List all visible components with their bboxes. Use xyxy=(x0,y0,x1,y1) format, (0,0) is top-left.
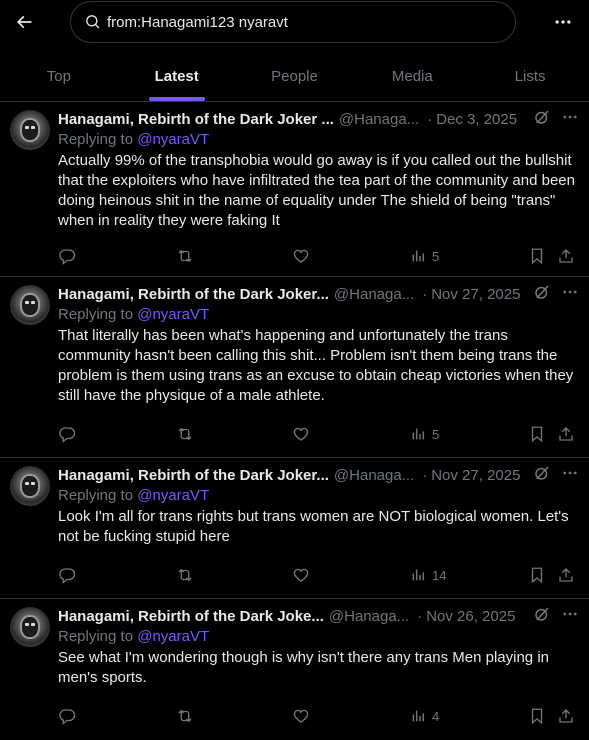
like-icon[interactable] xyxy=(292,707,310,725)
share-icon[interactable] xyxy=(557,247,575,265)
grok-icon[interactable] xyxy=(533,464,551,486)
top-bar: from:Hanagami123 nyaravt xyxy=(0,0,589,44)
more-icon[interactable] xyxy=(561,108,579,130)
tweet-text: See what I'm wondering though is why isn… xyxy=(58,649,549,686)
retweet-icon[interactable] xyxy=(176,425,194,443)
tweet-text: Actually 99% of the transphobia would go… xyxy=(58,152,575,229)
views-icon xyxy=(412,428,425,440)
tweet[interactable]: Hanagami, Rebirth of the Dark Joke... @H… xyxy=(0,599,589,740)
like-icon[interactable] xyxy=(292,247,310,265)
user-handle[interactable]: @Hanaga... xyxy=(334,286,414,303)
display-name[interactable]: Hanagami, Rebirth of the Dark Joker... xyxy=(58,286,329,303)
user-handle[interactable]: @Hanaga... xyxy=(339,111,419,128)
grok-icon[interactable] xyxy=(533,108,551,130)
separator-dot: · xyxy=(422,466,428,484)
tweet-date[interactable]: Nov 27, 2025 xyxy=(431,286,520,303)
replying-to: Replying to @nyaraVT xyxy=(58,306,210,323)
tweet-date[interactable]: Nov 26, 2025 xyxy=(426,608,515,625)
tweet[interactable]: Hanagami, Rebirth of the Dark Joker... @… xyxy=(0,277,589,458)
mention-link[interactable]: @nyaraVT xyxy=(137,487,209,504)
replying-to: Replying to @nyaraVT xyxy=(58,628,210,645)
views-count[interactable]: 4 xyxy=(410,708,439,724)
search-query[interactable]: from:Hanagami123 nyaravt xyxy=(107,14,288,31)
bookmark-icon[interactable] xyxy=(528,247,546,265)
tweet-actions: 4 xyxy=(58,705,579,727)
views-count[interactable]: 14 xyxy=(410,567,446,583)
search-icon xyxy=(85,14,101,30)
bookmark-icon[interactable] xyxy=(528,566,546,584)
tweet-date[interactable]: Nov 27, 2025 xyxy=(431,467,520,484)
more-icon[interactable] xyxy=(561,283,579,305)
tweet-text: That literally has been what's happening… xyxy=(58,327,574,404)
share-icon[interactable] xyxy=(557,566,575,584)
reply-icon[interactable] xyxy=(58,707,76,725)
views-count[interactable]: 5 xyxy=(410,248,439,264)
reply-icon[interactable] xyxy=(58,566,76,584)
avatar[interactable] xyxy=(10,285,50,325)
search-tabs: Top Latest People Media Lists xyxy=(0,52,589,102)
more-icon[interactable] xyxy=(561,605,579,627)
views-icon xyxy=(412,250,425,262)
reply-icon[interactable] xyxy=(58,425,76,443)
replying-to: Replying to @nyaraVT xyxy=(58,131,210,148)
tweet-actions: 5 xyxy=(58,423,579,445)
display-name[interactable]: Hanagami, Rebirth of the Dark Joker... xyxy=(58,467,329,484)
mention-link[interactable]: @nyaraVT xyxy=(137,628,209,645)
more-icon[interactable] xyxy=(561,464,579,486)
share-icon[interactable] xyxy=(557,707,575,725)
reply-icon[interactable] xyxy=(58,247,76,265)
tweet-actions: 14 xyxy=(58,564,579,586)
mention-link[interactable]: @nyaraVT xyxy=(137,131,209,148)
grok-icon[interactable] xyxy=(533,283,551,305)
tab-top[interactable]: Top xyxy=(0,52,118,101)
mention-link[interactable]: @nyaraVT xyxy=(137,306,209,323)
more-options-icon[interactable] xyxy=(549,8,577,36)
tab-lists[interactable]: Lists xyxy=(471,52,589,101)
tab-people[interactable]: People xyxy=(236,52,354,101)
bookmark-icon[interactable] xyxy=(528,425,546,443)
tab-media[interactable]: Media xyxy=(353,52,471,101)
active-tab-indicator xyxy=(148,97,205,101)
tweet[interactable]: Hanagami, Rebirth of the Dark Joker ... … xyxy=(0,102,589,277)
retweet-icon[interactable] xyxy=(176,247,194,265)
share-icon[interactable] xyxy=(557,425,575,443)
display-name[interactable]: Hanagami, Rebirth of the Dark Joke... xyxy=(58,608,324,625)
like-icon[interactable] xyxy=(292,566,310,584)
user-handle[interactable]: @Hanaga... xyxy=(329,608,409,625)
user-handle[interactable]: @Hanaga... xyxy=(334,467,414,484)
separator-dot: · xyxy=(427,110,433,128)
separator-dot: · xyxy=(417,607,423,625)
bookmark-icon[interactable] xyxy=(528,707,546,725)
views-icon xyxy=(412,710,425,722)
separator-dot: · xyxy=(422,285,428,303)
views-count[interactable]: 5 xyxy=(410,426,439,442)
avatar[interactable] xyxy=(10,466,50,506)
tab-latest[interactable]: Latest xyxy=(118,52,236,101)
tweet[interactable]: Hanagami, Rebirth of the Dark Joker... @… xyxy=(0,458,589,599)
avatar[interactable] xyxy=(10,110,50,150)
back-arrow-icon[interactable] xyxy=(8,6,40,38)
replying-to: Replying to @nyaraVT xyxy=(58,487,210,504)
tweet-feed: Hanagami, Rebirth of the Dark Joker ... … xyxy=(0,102,589,740)
tweet-date[interactable]: Dec 3, 2025 xyxy=(436,111,517,128)
retweet-icon[interactable] xyxy=(176,566,194,584)
avatar[interactable] xyxy=(10,607,50,647)
like-icon[interactable] xyxy=(292,425,310,443)
grok-icon[interactable] xyxy=(533,605,551,627)
display-name[interactable]: Hanagami, Rebirth of the Dark Joker ... xyxy=(58,111,334,128)
tweet-actions: 5 xyxy=(58,245,579,267)
search-input[interactable]: from:Hanagami123 nyaravt xyxy=(70,1,516,43)
tweet-text: Look I'm all for trans rights but trans … xyxy=(58,508,569,545)
retweet-icon[interactable] xyxy=(176,707,194,725)
views-icon xyxy=(412,569,425,581)
